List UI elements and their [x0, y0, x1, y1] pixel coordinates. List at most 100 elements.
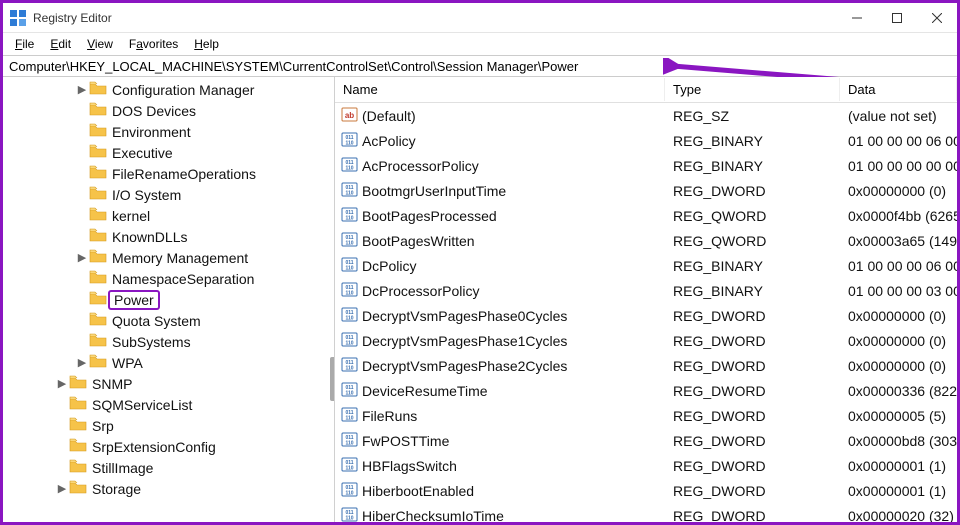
value-row[interactable]: 011110BootPagesProcessedREG_QWORD0x0000f… [335, 203, 957, 228]
svg-text:110: 110 [345, 440, 353, 446]
folder-icon [89, 312, 110, 329]
tree-item[interactable]: FileRenameOperations [3, 163, 334, 184]
value-type: REG_DWORD [665, 308, 840, 324]
tree-item[interactable]: Environment [3, 121, 334, 142]
tree-item[interactable]: ▶WPA [3, 352, 334, 373]
value-type: REG_SZ [665, 108, 840, 124]
address-bar[interactable]: Computer\HKEY_LOCAL_MACHINE\SYSTEM\Curre… [3, 55, 957, 77]
value-row[interactable]: 011110FileRunsREG_DWORD0x00000005 (5) [335, 403, 957, 428]
column-header-data[interactable]: Data [840, 78, 957, 101]
value-data: 0x00000000 (0) [840, 333, 957, 349]
tree-item[interactable]: ▶Memory Management [3, 247, 334, 268]
value-row[interactable]: 011110DecryptVsmPagesPhase0CyclesREG_DWO… [335, 303, 957, 328]
value-row[interactable]: 011110HiberbootEnabledREG_DWORD0x0000000… [335, 478, 957, 503]
svg-text:110: 110 [345, 240, 353, 246]
tree-item[interactable]: KnownDLLs [3, 226, 334, 247]
list-body[interactable]: ab(Default)REG_SZ(value not set)011110Ac… [335, 103, 957, 522]
value-name: (Default) [362, 108, 416, 124]
menu-file[interactable]: File [9, 37, 40, 51]
menu-help[interactable]: Help [188, 37, 225, 51]
folder-icon [69, 480, 90, 497]
app-icon [9, 9, 27, 27]
folder-icon [89, 144, 110, 161]
column-header-type[interactable]: Type [665, 78, 840, 101]
folder-icon [89, 354, 110, 371]
tree-item[interactable]: ▶ Storage [3, 478, 334, 499]
tree-item[interactable]: SQMServiceList [3, 394, 334, 415]
minimize-button[interactable] [837, 3, 877, 33]
value-row[interactable]: 011110AcPolicyREG_BINARY01 00 00 00 06 0… [335, 128, 957, 153]
value-row[interactable]: 011110DcProcessorPolicyREG_BINARY01 00 0… [335, 278, 957, 303]
tree-item[interactable]: Power [3, 289, 334, 310]
value-type: REG_DWORD [665, 358, 840, 374]
value-row[interactable]: 011110HBFlagsSwitchREG_DWORD0x00000001 (… [335, 453, 957, 478]
tree-item[interactable]: SubSystems [3, 331, 334, 352]
value-row[interactable]: 011110DecryptVsmPagesPhase2CyclesREG_DWO… [335, 353, 957, 378]
value-name: HiberbootEnabled [362, 483, 474, 499]
tree-label: NamespaceSeparation [110, 271, 256, 287]
value-row[interactable]: 011110DeviceResumeTimeREG_DWORD0x0000033… [335, 378, 957, 403]
value-icon: ab [341, 106, 358, 126]
value-icon: 011110 [341, 431, 358, 451]
list-header: Name Type Data [335, 77, 957, 103]
tree-label: Srp [90, 418, 116, 434]
tree-item[interactable]: I/O System [3, 184, 334, 205]
expander-icon[interactable]: ▶ [75, 356, 89, 369]
value-name: AcPolicy [362, 133, 416, 149]
expander-icon[interactable]: ▶ [75, 251, 89, 264]
value-row[interactable]: 011110FwPOSTTimeREG_DWORD0x00000bd8 (303… [335, 428, 957, 453]
svg-text:110: 110 [345, 415, 353, 421]
svg-text:110: 110 [345, 490, 353, 496]
value-icon: 011110 [341, 156, 358, 176]
value-name: BootmgrUserInputTime [362, 183, 506, 199]
value-row[interactable]: 011110BootmgrUserInputTimeREG_DWORD0x000… [335, 178, 957, 203]
close-button[interactable] [917, 3, 957, 33]
value-row[interactable]: ab(Default)REG_SZ(value not set) [335, 103, 957, 128]
value-row[interactable]: 011110DcPolicyREG_BINARY01 00 00 00 06 0… [335, 253, 957, 278]
value-type: REG_BINARY [665, 258, 840, 274]
tree-item[interactable]: SrpExtensionConfig [3, 436, 334, 457]
tree-label: Storage [90, 481, 143, 497]
value-type: REG_DWORD [665, 433, 840, 449]
address-text: Computer\HKEY_LOCAL_MACHINE\SYSTEM\Curre… [9, 59, 578, 74]
menu-view[interactable]: View [81, 37, 119, 51]
folder-icon [89, 228, 110, 245]
value-type: REG_QWORD [665, 208, 840, 224]
value-data: 0x00000bd8 (3032) [840, 433, 957, 449]
tree-item[interactable]: Quota System [3, 310, 334, 331]
tree-item[interactable]: NamespaceSeparation [3, 268, 334, 289]
tree-item[interactable]: ▶Configuration Manager [3, 79, 334, 100]
value-type: REG_DWORD [665, 483, 840, 499]
tree-item[interactable]: ▶SNMP [3, 373, 334, 394]
value-row[interactable]: 011110AcProcessorPolicyREG_BINARY01 00 0… [335, 153, 957, 178]
window-title: Registry Editor [33, 11, 837, 25]
expander-icon[interactable]: ▶ [55, 377, 69, 390]
value-name: FileRuns [362, 408, 417, 424]
tree-item[interactable]: DOS Devices [3, 100, 334, 121]
value-type: REG_DWORD [665, 383, 840, 399]
menu-favorites[interactable]: Favorites [123, 37, 184, 51]
value-row[interactable]: 011110HiberChecksumIoTimeREG_DWORD0x0000… [335, 503, 957, 522]
folder-icon [69, 417, 90, 434]
expander-icon[interactable]: ▶ [55, 482, 69, 495]
tree-label: StillImage [90, 460, 155, 476]
tree-item[interactable]: Srp [3, 415, 334, 436]
value-icon: 011110 [341, 331, 358, 351]
value-data: 0x00000005 (5) [840, 408, 957, 424]
value-icon: 011110 [341, 256, 358, 276]
expander-icon[interactable]: ▶ [75, 83, 89, 96]
svg-text:ab: ab [345, 111, 354, 120]
value-icon: 011110 [341, 231, 358, 251]
column-header-name[interactable]: Name [335, 78, 665, 101]
tree-item[interactable]: kernel [3, 205, 334, 226]
folder-icon [69, 459, 90, 476]
tree-item[interactable]: Executive [3, 142, 334, 163]
tree-label: SQMServiceList [90, 397, 194, 413]
tree-pane[interactable]: ▶Configuration ManagerDOS DevicesEnviron… [3, 77, 335, 522]
menu-edit[interactable]: Edit [44, 37, 77, 51]
value-row[interactable]: 011110BootPagesWrittenREG_QWORD0x00003a6… [335, 228, 957, 253]
value-name: AcProcessorPolicy [362, 158, 479, 174]
tree-item[interactable]: StillImage [3, 457, 334, 478]
maximize-button[interactable] [877, 3, 917, 33]
value-row[interactable]: 011110DecryptVsmPagesPhase1CyclesREG_DWO… [335, 328, 957, 353]
